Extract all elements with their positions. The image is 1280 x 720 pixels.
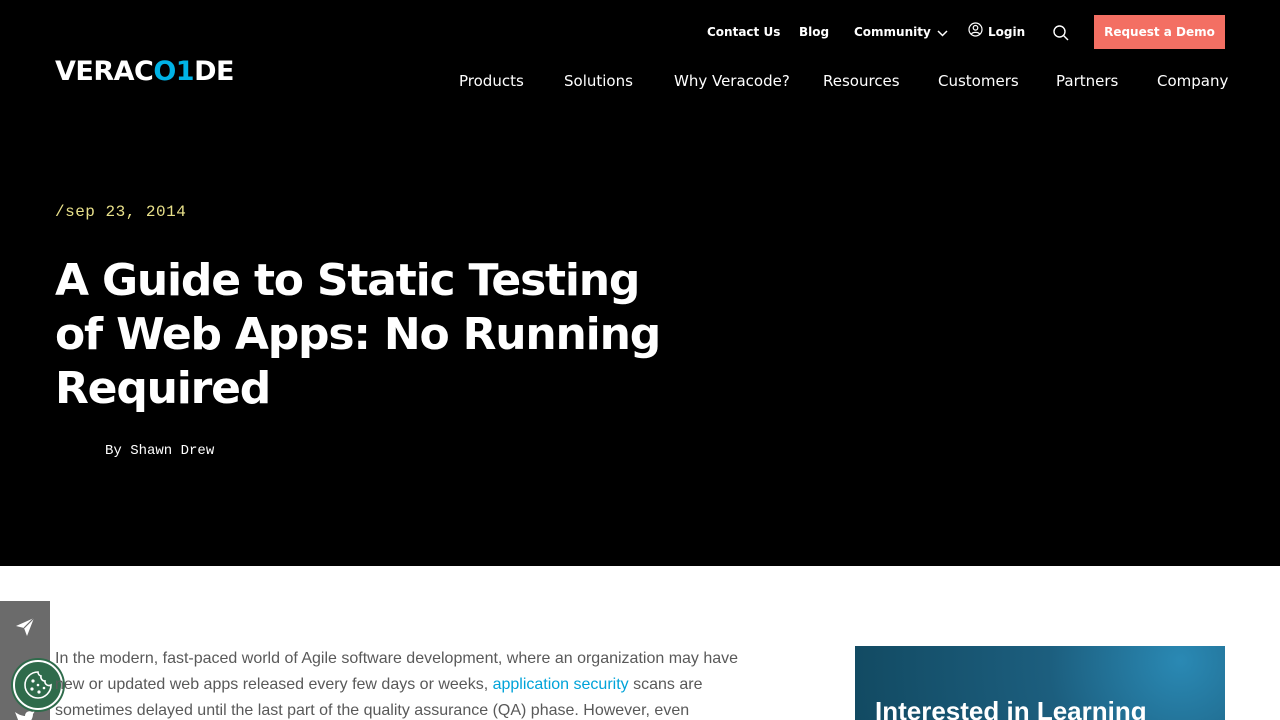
nav-products[interactable]: Products [459,70,524,92]
veracode-logo[interactable]: VERACO1DE [55,56,234,87]
paper-plane-icon[interactable] [14,616,36,638]
post-title: A Guide to Static Testing of Web Apps: N… [55,255,661,414]
cta-heading: Interested in Learning [875,696,1147,720]
community-dropdown[interactable]: Community [854,22,948,42]
twitter-icon[interactable] [14,709,36,720]
post-author: By Shawn Drew [105,443,215,459]
contact-us-link[interactable]: Contact Us [707,22,780,42]
nav-resources[interactable]: Resources [823,70,900,92]
nav-why-veracode[interactable]: Why Veracode? [674,70,790,92]
post-date: /sep 23, 2014 [55,203,187,221]
user-circle-icon [968,22,983,43]
cta-card[interactable]: Interested in Learning [855,646,1225,720]
logo-text-c: DE [194,56,234,87]
community-label: Community [854,25,931,39]
blog-link[interactable]: Blog [799,22,829,42]
application-security-link[interactable]: application security [493,676,629,693]
chevron-down-icon [937,23,948,43]
search-icon[interactable] [1052,24,1070,42]
logo-text-a: VERAC [55,56,154,87]
nav-company[interactable]: Company [1157,70,1228,92]
request-demo-button[interactable]: Request a Demo [1094,15,1225,49]
login-label: Login [988,25,1026,39]
logo-text-b: O1 [153,56,195,87]
login-link[interactable]: Login [968,22,1025,42]
article-intro-paragraph: In the modern, fast-paced world of Agile… [55,646,755,720]
nav-solutions[interactable]: Solutions [564,70,633,92]
nav-partners[interactable]: Partners [1056,70,1118,92]
nav-customers[interactable]: Customers [938,70,1019,92]
